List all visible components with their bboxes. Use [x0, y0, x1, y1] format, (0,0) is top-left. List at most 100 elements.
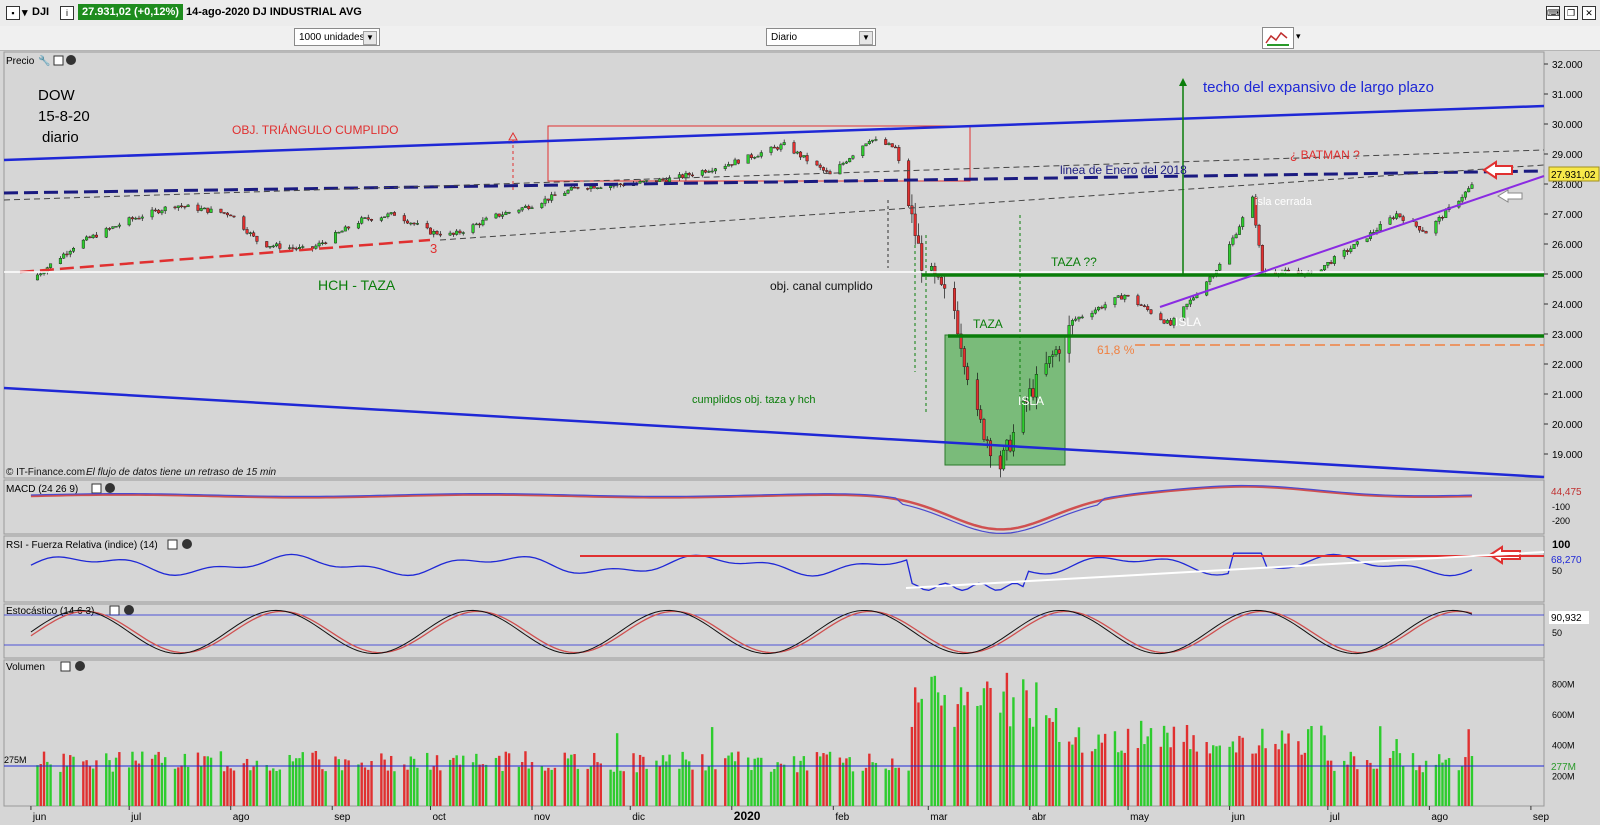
x-tick-label: 2020: [734, 809, 761, 823]
candle-body: [1391, 217, 1395, 219]
volume-bar: [88, 765, 92, 806]
candle-body: [966, 366, 970, 380]
candle-body: [700, 170, 704, 176]
date-label: 15-8-20: [38, 108, 90, 125]
volume-bar: [209, 757, 213, 806]
volume-panel-label: Volumen: [6, 662, 45, 673]
volume-bar: [773, 769, 776, 806]
close-icon[interactable]: [182, 539, 192, 549]
candle-body: [654, 180, 658, 182]
volume-bar: [141, 751, 144, 806]
volume-bar: [799, 760, 802, 806]
maximize-icon[interactable]: [91, 483, 102, 494]
volume-bar: [498, 755, 501, 806]
candle-body: [153, 209, 157, 212]
volume-bar: [848, 757, 851, 806]
volume-bar: [936, 692, 940, 806]
volume-bar: [907, 770, 910, 806]
candle-body: [546, 198, 550, 201]
maximize-icon[interactable]: [167, 539, 178, 550]
candle-body: [481, 219, 485, 226]
volume-bar: [737, 751, 740, 806]
volume-bar: [288, 754, 291, 806]
volume-bar: [1238, 735, 1241, 806]
candle-body: [1162, 319, 1166, 324]
volume-bar: [782, 764, 786, 806]
maximize-icon[interactable]: [109, 605, 120, 616]
volume-bar: [838, 757, 842, 806]
candle-body: [1090, 312, 1094, 318]
volume-bar: [1375, 768, 1379, 806]
volume-bar: [779, 763, 783, 806]
volume-bar: [1231, 741, 1235, 806]
candle-body: [884, 139, 888, 145]
candle-body: [844, 161, 848, 164]
candle-body: [586, 188, 590, 190]
candle-body: [1237, 226, 1241, 235]
close-icon[interactable]: [105, 483, 115, 493]
candle-body: [1116, 295, 1120, 298]
volume-bar: [635, 772, 639, 806]
volume-bar: [553, 767, 557, 806]
volume-bar: [724, 758, 727, 806]
price-panel: [3, 51, 1545, 479]
close-icon[interactable]: [66, 55, 76, 65]
maximize-icon[interactable]: [60, 661, 71, 672]
volume-bar: [520, 762, 524, 806]
candle-body: [1388, 217, 1392, 225]
candle-body: [1241, 217, 1245, 227]
volume-bar: [619, 770, 622, 806]
candle-body: [278, 243, 282, 249]
candle-body: [658, 178, 662, 182]
volume-bar: [494, 757, 498, 806]
maximize-icon[interactable]: [53, 55, 64, 66]
volume-bar: [1437, 754, 1441, 806]
candle-body: [661, 178, 665, 181]
stoch-axis: 50: [1552, 628, 1562, 638]
volume-bar: [131, 751, 134, 806]
volume-bar: [278, 769, 282, 806]
candle-body: [1057, 349, 1061, 354]
volume-bar: [416, 767, 419, 806]
volume-bar: [435, 755, 439, 806]
candle-body: [1123, 294, 1127, 300]
volume-bar: [1460, 765, 1464, 806]
candle-body: [727, 164, 731, 167]
candle-body: [1326, 262, 1330, 266]
candle-body: [910, 205, 914, 215]
candle-body: [137, 217, 141, 220]
volume-bar: [389, 755, 393, 806]
candle-body: [343, 226, 347, 232]
volume-bar: [1146, 736, 1149, 806]
volume-bar: [439, 770, 442, 806]
volume-bar: [1195, 751, 1199, 806]
candle-body: [111, 226, 115, 229]
candle-body: [550, 194, 554, 201]
volume-bar: [861, 770, 864, 806]
candle-body: [802, 155, 806, 158]
volume-bar: [403, 764, 406, 806]
volume-bar: [360, 762, 363, 806]
wrench-icon[interactable]: 🔧: [38, 54, 50, 67]
volume-bar: [1287, 733, 1290, 806]
candle-body: [1097, 306, 1101, 311]
volume-bar: [956, 704, 959, 806]
volume-bar: [455, 755, 458, 806]
volume-bar: [1457, 770, 1461, 806]
volume-bar: [1421, 772, 1425, 806]
price-panel-label: Precio: [6, 56, 35, 67]
candle-body: [553, 194, 557, 196]
candle-body: [825, 170, 829, 172]
close-icon[interactable]: [75, 661, 85, 671]
volume-bar: [1264, 748, 1267, 806]
close-icon[interactable]: [124, 605, 134, 615]
volume-bar: [1306, 729, 1310, 806]
price-tick-label: 26.000: [1552, 240, 1583, 251]
volume-bar: [1166, 732, 1169, 806]
volume-bar: [1205, 742, 1208, 806]
candle-body: [1378, 224, 1382, 231]
candle-body: [451, 232, 455, 235]
candle-body: [140, 216, 144, 219]
volume-bar: [85, 760, 88, 806]
candle-body: [248, 232, 252, 234]
